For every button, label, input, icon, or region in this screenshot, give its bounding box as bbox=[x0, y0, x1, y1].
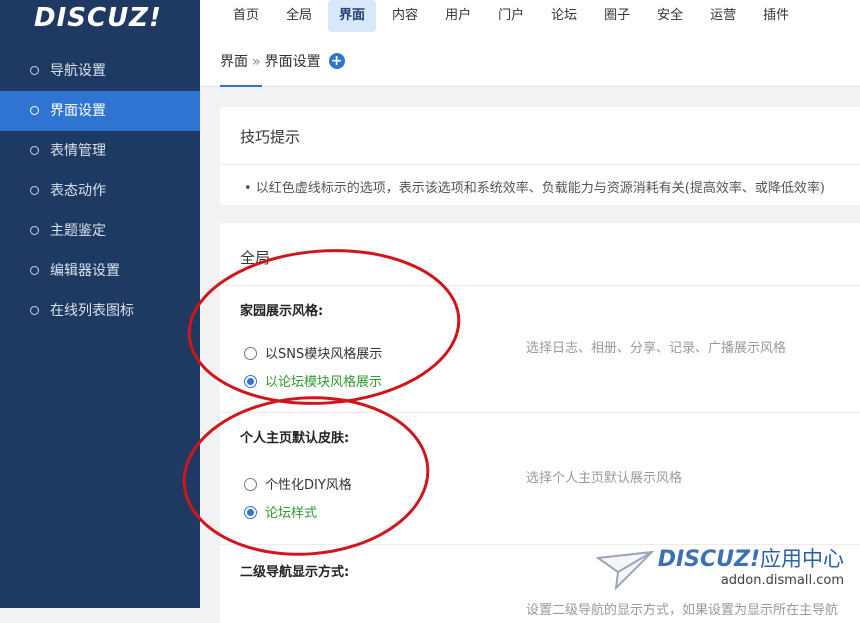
tab-portal[interactable]: 门户 bbox=[487, 0, 535, 32]
top-menu: 首页 全局 界面 内容 用户 门户 论坛 圈子 安全 运营 插件 bbox=[222, 0, 805, 42]
tab-users[interactable]: 用户 bbox=[434, 0, 482, 32]
sidebar-item-label: 界面设置 bbox=[50, 103, 106, 119]
sidebar-item-label: 主题鉴定 bbox=[50, 223, 106, 239]
bullet-icon bbox=[30, 185, 39, 195]
logo-text: DISCUZ! bbox=[34, 3, 162, 33]
bullet-icon bbox=[30, 145, 39, 155]
tab-security[interactable]: 安全 bbox=[646, 0, 694, 32]
tab-operations[interactable]: 运营 bbox=[699, 0, 747, 32]
divider bbox=[220, 164, 860, 165]
sidebar-item-online-icons[interactable]: 在线列表图标 bbox=[0, 291, 200, 331]
sidebar-item-label: 编辑器设置 bbox=[50, 263, 120, 279]
sidebar-item-label: 表态动作 bbox=[50, 183, 106, 199]
paper-plane-icon bbox=[595, 550, 654, 590]
sidebar-item-label: 在线列表图标 bbox=[50, 303, 134, 319]
tips-text: • 以红色虚线标示的选项，表示该选项和系统效率、负载能力与资源消耗有关(提高效率… bbox=[244, 181, 825, 196]
sidebar-item-label: 表情管理 bbox=[50, 143, 106, 159]
bullet-icon bbox=[30, 65, 39, 75]
radio-option-forum[interactable]: 以论坛模块风格展示 bbox=[244, 371, 382, 390]
tips-title: 技巧提示 bbox=[240, 128, 301, 146]
setting-label: 个人主页默认皮肤: bbox=[240, 431, 350, 446]
watermark-logo-cn: 应用中心 bbox=[760, 547, 844, 571]
radio-label: 个性化DIY风格 bbox=[265, 478, 352, 493]
logo[interactable]: DISCUZ! bbox=[0, 0, 200, 42]
sidebar-item-editor-settings[interactable]: 编辑器设置 bbox=[0, 251, 200, 291]
bullet-icon bbox=[30, 305, 39, 315]
breadcrumb-bar: 界面» 界面设置 + bbox=[200, 42, 860, 87]
setting-description: 设置二级导航的显示方式，如果设置为显示所在主导航 bbox=[526, 603, 839, 618]
bullet-icon bbox=[30, 225, 39, 235]
bullet-icon bbox=[30, 105, 39, 115]
radio-checked-icon bbox=[244, 506, 257, 519]
sidebar-item-ui-settings[interactable]: 界面设置 bbox=[0, 91, 200, 131]
radio-label: 论坛样式 bbox=[265, 506, 318, 521]
setting-home-style: 家园展示风格: 以SNS模块风格展示 以论坛模块风格展示 选择日志、相册、分享、… bbox=[220, 286, 860, 411]
tab-home[interactable]: 首页 bbox=[222, 0, 270, 32]
radio-option-diy[interactable]: 个性化DIY风格 bbox=[244, 474, 352, 493]
plus-circle-icon[interactable]: + bbox=[328, 53, 345, 69]
radio-unchecked-icon bbox=[244, 347, 257, 360]
sidebar-item-nav-settings[interactable]: 导航设置 bbox=[0, 51, 200, 91]
tips-card: 技巧提示 • 以红色虚线标示的选项，表示该选项和系统效率、负载能力与资源消耗有关… bbox=[220, 107, 860, 205]
watermark: DISCUZ!应用中心 addon.dismall.com bbox=[595, 546, 844, 590]
top-menu-bar: 首页 全局 界面 内容 用户 门户 论坛 圈子 安全 运营 插件 bbox=[200, 0, 860, 43]
tab-content[interactable]: 内容 bbox=[381, 0, 429, 32]
tab-global[interactable]: 全局 bbox=[275, 0, 323, 32]
sidebar-item-label: 导航设置 bbox=[50, 63, 106, 79]
setting-description: 选择个人主页默认展示风格 bbox=[526, 471, 683, 486]
watermark-url: addon.dismall.com bbox=[720, 573, 844, 588]
radio-unchecked-icon bbox=[244, 478, 257, 491]
sidebar: DISCUZ! 导航设置 界面设置 表情管理 表态动作 主题鉴定 编辑器设置 在… bbox=[0, 0, 200, 608]
setting-label: 家园展示风格: bbox=[240, 304, 324, 319]
radio-option-forum-style[interactable]: 论坛样式 bbox=[244, 502, 317, 521]
bullet-icon bbox=[30, 265, 39, 275]
watermark-logo: DISCUZ!应用中心 bbox=[658, 546, 844, 573]
sidebar-item-thread-stamps[interactable]: 主题鉴定 bbox=[0, 211, 200, 251]
setting-description: 选择日志、相册、分享、记录、广播展示风格 bbox=[526, 341, 787, 356]
sidebar-item-smilies[interactable]: 表情管理 bbox=[0, 131, 200, 171]
tab-forum[interactable]: 论坛 bbox=[540, 0, 588, 32]
breadcrumb-root[interactable]: 界面 bbox=[220, 54, 248, 70]
section-title: 全局 bbox=[240, 249, 271, 267]
breadcrumb-current: 界面设置 bbox=[264, 54, 321, 70]
sidebar-nav: 导航设置 界面设置 表情管理 表态动作 主题鉴定 编辑器设置 在线列表图标 bbox=[0, 51, 200, 331]
watermark-logo-text: DISCUZ! bbox=[657, 547, 760, 572]
tab-groups[interactable]: 圈子 bbox=[593, 0, 641, 32]
tab-interface[interactable]: 界面 bbox=[328, 0, 377, 32]
radio-checked-icon bbox=[244, 375, 257, 388]
breadcrumb: 界面» 界面设置 + bbox=[220, 52, 345, 72]
sidebar-item-click-actions[interactable]: 表态动作 bbox=[0, 171, 200, 211]
setting-homepage-skin: 个人主页默认皮肤: 个性化DIY风格 论坛样式 选择个人主页默认展示风格 bbox=[220, 413, 860, 543]
main-content: 技巧提示 • 以红色虚线标示的选项，表示该选项和系统效率、负载能力与资源消耗有关… bbox=[200, 87, 860, 623]
setting-label: 二级导航显示方式: bbox=[240, 565, 350, 580]
radio-option-sns[interactable]: 以SNS模块风格展示 bbox=[244, 343, 382, 362]
breadcrumb-separator: » bbox=[252, 54, 261, 70]
radio-label: 以SNS模块风格展示 bbox=[265, 347, 383, 362]
tab-plugins[interactable]: 插件 bbox=[752, 0, 800, 32]
radio-label: 以论坛模块风格展示 bbox=[265, 375, 383, 390]
